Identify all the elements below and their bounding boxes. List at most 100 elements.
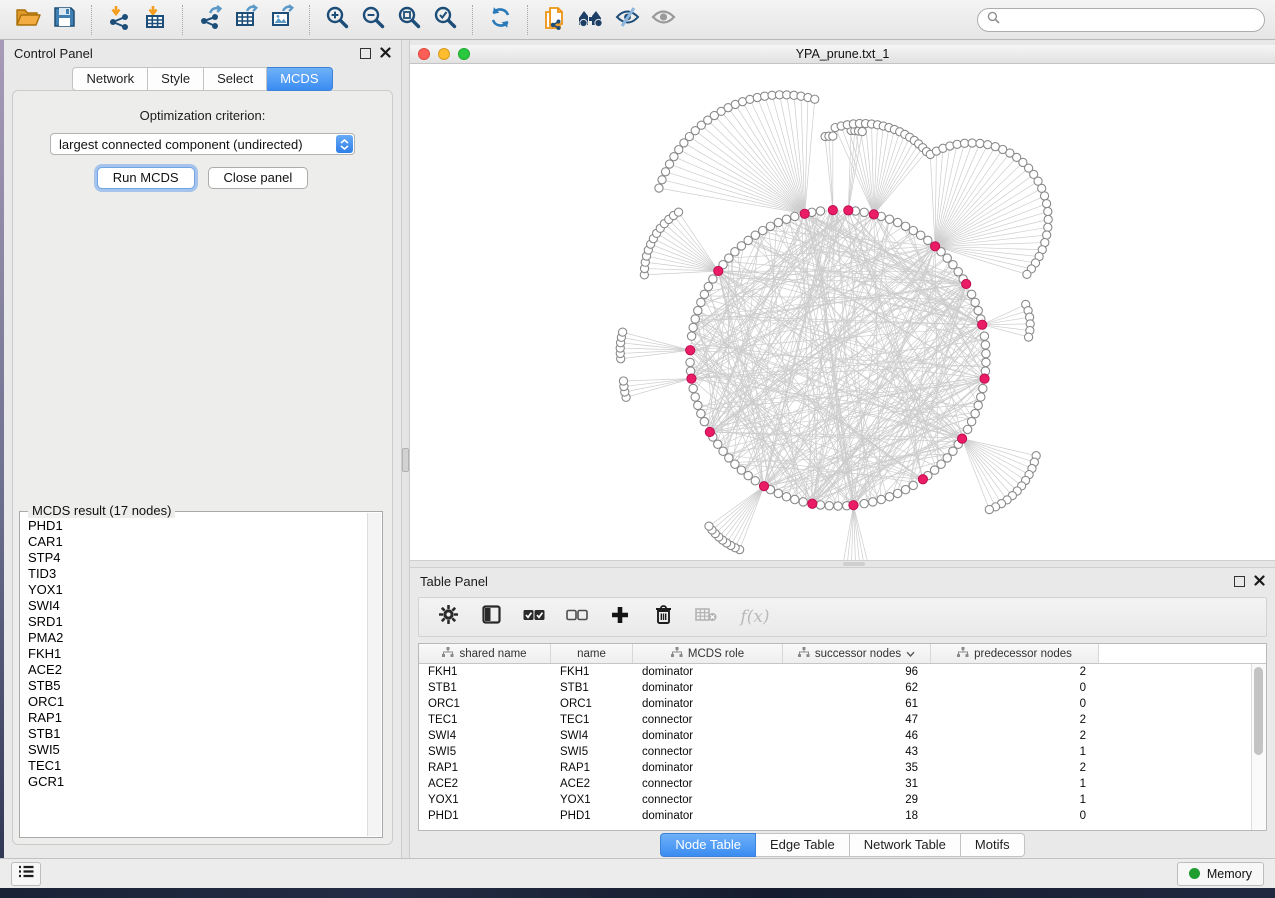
function-builder-button[interactable]: f(x): [738, 606, 772, 628]
mcds-result-item[interactable]: SWI4: [28, 598, 368, 614]
table-row[interactable]: SWI5SWI5connector431: [419, 744, 1252, 760]
tab-motifs[interactable]: Motifs: [961, 833, 1025, 857]
hide-selected-button[interactable]: [609, 4, 645, 36]
scrollbar-thumb[interactable]: [1254, 667, 1263, 755]
cell-mcds_role[interactable]: dominator: [633, 730, 783, 742]
cell-mcds_role[interactable]: dominator: [633, 698, 783, 710]
add-column-button[interactable]: [609, 606, 631, 628]
table-row[interactable]: FKH1FKH1dominator962: [419, 664, 1252, 680]
network-canvas[interactable]: [410, 64, 1275, 560]
cell-predecessor_nodes[interactable]: 2: [931, 666, 1099, 678]
float-panel-icon[interactable]: [1234, 576, 1245, 587]
close-panel-icon[interactable]: [1254, 574, 1265, 589]
task-history-button[interactable]: [11, 862, 41, 886]
cell-mcds_role[interactable]: connector: [633, 746, 783, 758]
mcds-result-item[interactable]: FKH1: [28, 646, 368, 662]
zoom-in-button[interactable]: [319, 4, 355, 36]
cell-successor_nodes[interactable]: 96: [783, 666, 931, 678]
cell-successor_nodes[interactable]: 31: [783, 778, 931, 790]
export-network-button[interactable]: [192, 4, 228, 36]
table-row[interactable]: ACE2ACE2connector311: [419, 776, 1252, 792]
zoom-fit-button[interactable]: [391, 4, 427, 36]
table-row[interactable]: STB1STB1dominator620: [419, 680, 1252, 696]
column-header-MCDS-role[interactable]: MCDS role: [633, 644, 783, 663]
cell-mcds_role[interactable]: dominator: [633, 810, 783, 822]
table-row[interactable]: SWI4SWI4dominator462: [419, 728, 1252, 744]
cell-shared_name[interactable]: ACE2: [419, 778, 551, 790]
export-image-button[interactable]: [264, 4, 300, 36]
cell-name[interactable]: TEC1: [551, 714, 633, 726]
cell-predecessor_nodes[interactable]: 2: [931, 730, 1099, 742]
cell-shared_name[interactable]: TEC1: [419, 714, 551, 726]
cell-successor_nodes[interactable]: 46: [783, 730, 931, 742]
cell-name[interactable]: YOX1: [551, 794, 633, 806]
column-header-name[interactable]: name: [551, 644, 633, 663]
table-row[interactable]: TEC1TEC1connector472: [419, 712, 1252, 728]
cell-name[interactable]: SWI4: [551, 730, 633, 742]
mcds-result-item[interactable]: TID3: [28, 566, 368, 582]
import-table-button[interactable]: [137, 4, 173, 36]
tab-edge-table[interactable]: Edge Table: [756, 833, 850, 857]
tab-mcds[interactable]: MCDS: [267, 67, 332, 91]
tab-node-table[interactable]: Node Table: [660, 833, 756, 857]
mcds-result-item[interactable]: STB5: [28, 678, 368, 694]
cell-name[interactable]: RAP1: [551, 762, 633, 774]
mcds-result-item[interactable]: ORC1: [28, 694, 368, 710]
table-row[interactable]: RAP1RAP1dominator352: [419, 760, 1252, 776]
mcds-result-item[interactable]: PHD1: [28, 518, 368, 534]
save-session-button[interactable]: [46, 4, 82, 36]
mcds-result-item[interactable]: STP4: [28, 550, 368, 566]
cell-predecessor_nodes[interactable]: 0: [931, 810, 1099, 822]
cell-predecessor_nodes[interactable]: 2: [931, 714, 1099, 726]
criterion-dropdown[interactable]: largest connected component (undirected): [50, 133, 355, 155]
search-box[interactable]: [977, 8, 1265, 32]
cell-mcds_role[interactable]: connector: [633, 778, 783, 790]
cell-mcds_role[interactable]: connector: [633, 714, 783, 726]
mcds-result-item[interactable]: PMA2: [28, 630, 368, 646]
select-all-button[interactable]: [523, 606, 545, 628]
tab-network-table[interactable]: Network Table: [850, 833, 961, 857]
close-panel-icon[interactable]: [380, 46, 391, 61]
table-row[interactable]: YOX1YOX1connector291: [419, 792, 1252, 808]
column-header-predecessor-nodes[interactable]: predecessor nodes: [931, 644, 1099, 663]
cell-predecessor_nodes[interactable]: 1: [931, 746, 1099, 758]
cell-shared_name[interactable]: STB1: [419, 682, 551, 694]
delete-table-button[interactable]: [695, 606, 717, 628]
delete-column-button[interactable]: [652, 606, 674, 628]
mcds-result-item[interactable]: GCR1: [28, 774, 368, 790]
cell-successor_nodes[interactable]: 61: [783, 698, 931, 710]
cell-mcds_role[interactable]: connector: [633, 794, 783, 806]
horizontal-splitter[interactable]: [410, 560, 1275, 568]
cell-successor_nodes[interactable]: 47: [783, 714, 931, 726]
cell-shared_name[interactable]: ORC1: [419, 698, 551, 710]
birds-eye-button[interactable]: [573, 4, 609, 36]
mcds-result-item[interactable]: CAR1: [28, 534, 368, 550]
mcds-result-item[interactable]: YOX1: [28, 582, 368, 598]
mcds-result-item[interactable]: RAP1: [28, 710, 368, 726]
cell-successor_nodes[interactable]: 35: [783, 762, 931, 774]
mcds-result-item[interactable]: ACE2: [28, 662, 368, 678]
search-input[interactable]: [1006, 12, 1255, 28]
tab-network[interactable]: Network: [72, 67, 148, 91]
cell-shared_name[interactable]: SWI4: [419, 730, 551, 742]
mcds-result-item[interactable]: SWI5: [28, 742, 368, 758]
cell-name[interactable]: PHD1: [551, 810, 633, 822]
zoom-out-button[interactable]: [355, 4, 391, 36]
mcds-result-item[interactable]: STB1: [28, 726, 368, 742]
vertical-splitter[interactable]: [401, 40, 410, 858]
show-all-button[interactable]: [645, 4, 681, 36]
export-table-button[interactable]: [228, 4, 264, 36]
cell-successor_nodes[interactable]: 29: [783, 794, 931, 806]
cell-mcds_role[interactable]: dominator: [633, 762, 783, 774]
deselect-all-button[interactable]: [566, 606, 588, 628]
mcds-result-item[interactable]: SRD1: [28, 614, 368, 630]
import-network-button[interactable]: [101, 4, 137, 36]
zoom-selected-button[interactable]: [427, 4, 463, 36]
cell-successor_nodes[interactable]: 62: [783, 682, 931, 694]
cell-shared_name[interactable]: YOX1: [419, 794, 551, 806]
mcds-result-item[interactable]: TEC1: [28, 758, 368, 774]
tab-style[interactable]: Style: [148, 67, 204, 91]
cell-name[interactable]: STB1: [551, 682, 633, 694]
table-settings-button[interactable]: [437, 606, 459, 628]
cell-predecessor_nodes[interactable]: 1: [931, 794, 1099, 806]
